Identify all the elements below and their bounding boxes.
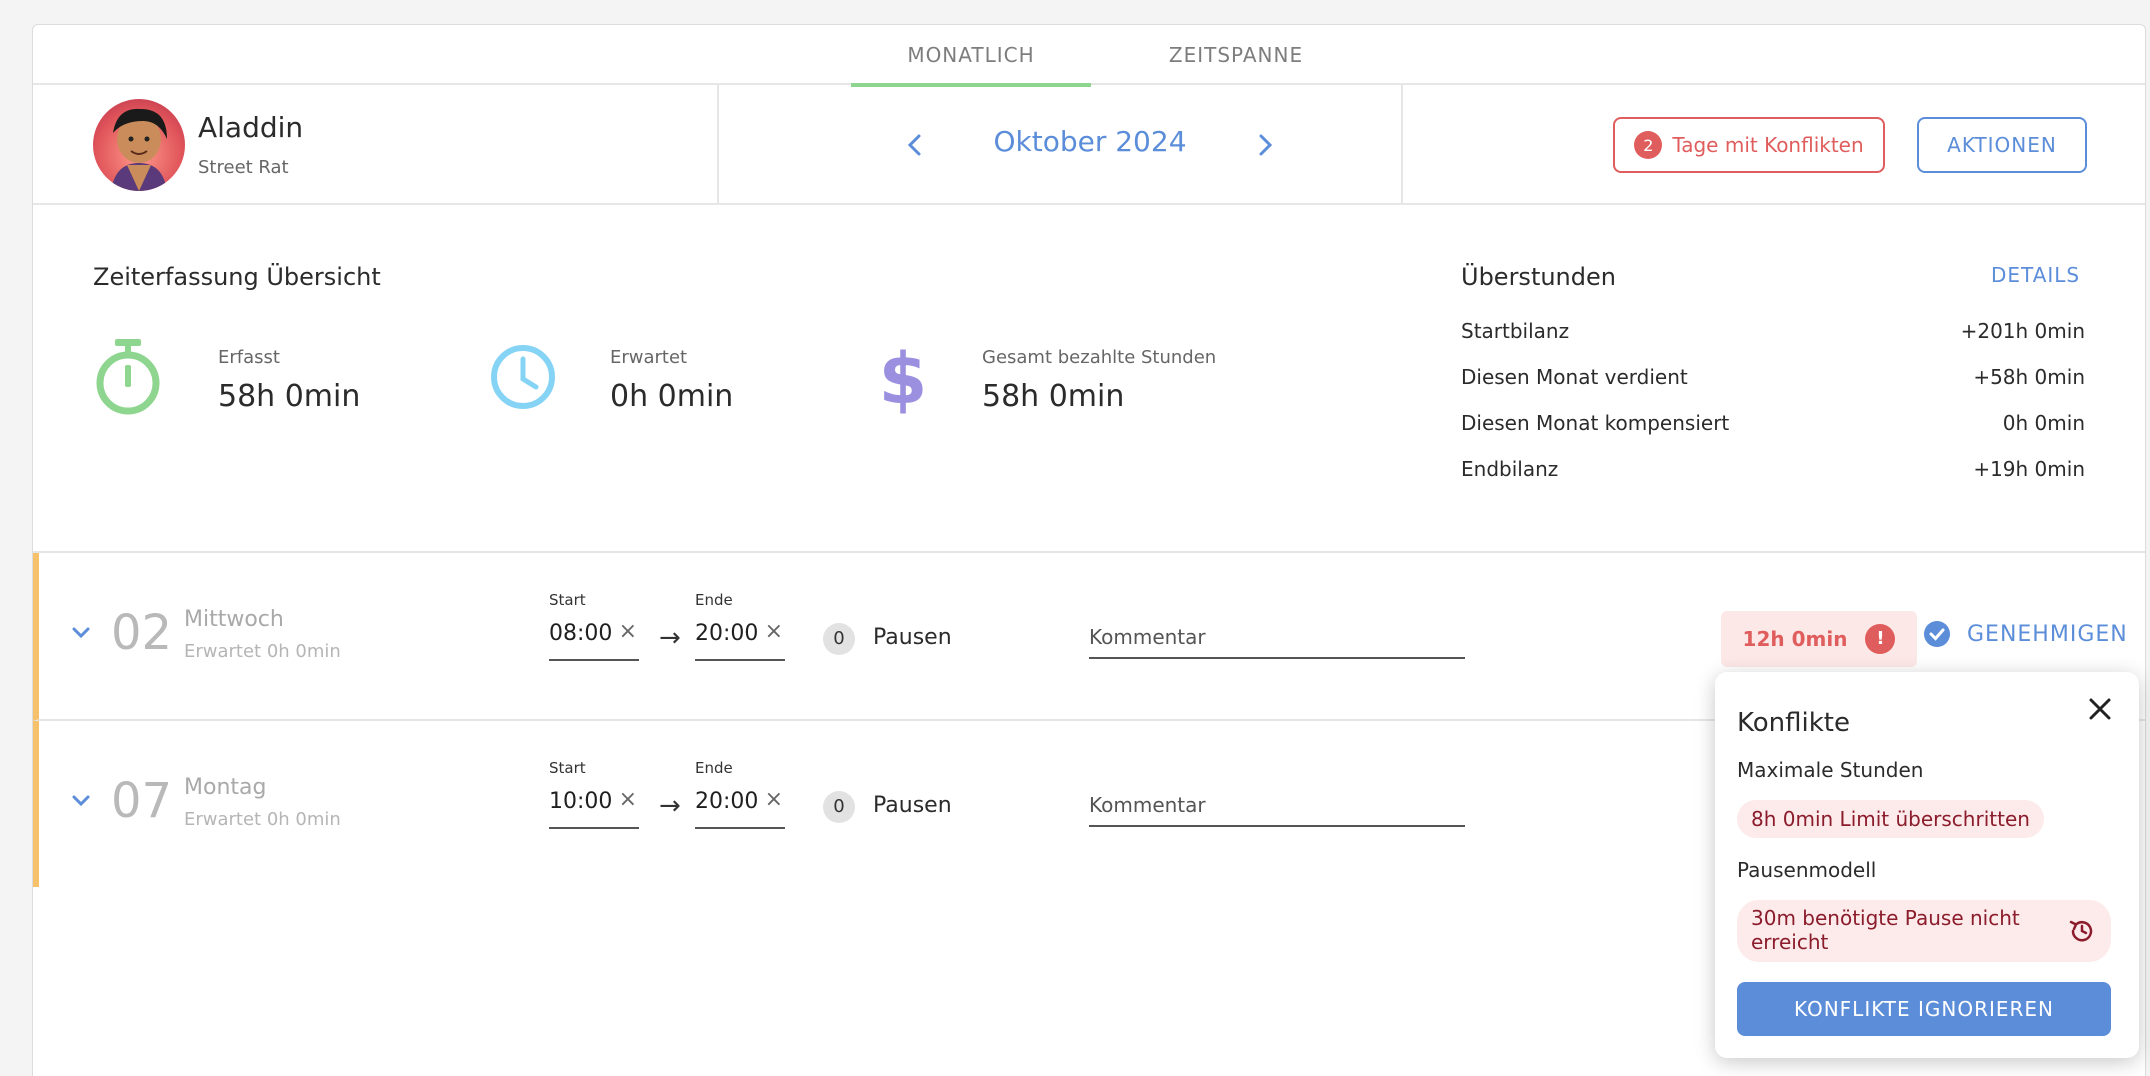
section-label: Maximale Stunden: [1737, 758, 1924, 782]
popup-title: Konflikte: [1737, 708, 1850, 738]
comment-input[interactable]: [1089, 617, 1465, 659]
arrow-right-icon: →: [659, 791, 681, 821]
day-expected: Erwartet 0h 0min: [184, 641, 341, 662]
day-number: 07: [111, 773, 173, 829]
approve-label: GENEHMIGEN: [1967, 621, 2128, 647]
hours-conflict-chip[interactable]: 12h 0min !: [1721, 611, 1917, 667]
start-time-value: 08:00: [549, 621, 613, 646]
conflict-chip-text: 30m benötigte Pause nicht erreicht: [1751, 906, 2020, 954]
stat-value: 58h 0min: [218, 379, 361, 414]
avatar: [93, 99, 185, 191]
clear-icon[interactable]: ×: [619, 787, 637, 812]
clear-icon[interactable]: ×: [765, 787, 783, 812]
stat-value: 0h 0min: [610, 379, 734, 414]
stopwatch-icon: [93, 337, 163, 417]
conflict-days-label: Tage mit Konflikten: [1672, 133, 1864, 157]
conflict-chip: 8h 0min Limit überschritten: [1737, 800, 2044, 838]
tab-monatlich[interactable]: MONATLICH: [851, 25, 1091, 87]
tab-bar: MONATLICH ZEITSPANNE: [33, 25, 2145, 87]
overtime-value: +201h 0min: [1960, 319, 2085, 343]
comment-input[interactable]: [1089, 785, 1465, 827]
clear-icon[interactable]: ×: [765, 619, 783, 644]
overview-section: Zeiterfassung Übersicht Erfasst 58h 0min: [33, 207, 2145, 553]
overtime-value: +19h 0min: [1973, 457, 2085, 481]
end-time-field[interactable]: Ende 20:00 ×: [695, 591, 785, 661]
start-label: Start: [549, 759, 586, 777]
expand-button[interactable]: [69, 789, 93, 813]
clear-icon[interactable]: ×: [619, 619, 637, 644]
stat-value: 58h 0min: [982, 379, 1125, 414]
chevron-down-icon: [72, 795, 90, 807]
expand-button[interactable]: [69, 621, 93, 645]
overtime-label: Endbilanz: [1461, 457, 1559, 481]
section-label: Pausenmodell: [1737, 858, 1877, 882]
conflict-days-button[interactable]: 2 Tage mit Konflikten: [1613, 117, 1885, 173]
start-time-field[interactable]: Start 10:00 ×: [549, 759, 639, 829]
svg-text:$: $: [879, 338, 928, 417]
overtime-value: 0h 0min: [2002, 411, 2085, 435]
chevron-down-icon: [72, 627, 90, 639]
month-navigator: Oktober 2024: [749, 85, 1431, 205]
overview-title: Zeiterfassung Übersicht: [93, 263, 381, 291]
approve-button[interactable]: GENEHMIGEN: [1923, 619, 2128, 649]
start-label: Start: [549, 591, 586, 609]
end-time-value: 20:00: [695, 621, 759, 646]
history-icon[interactable]: [2067, 916, 2097, 946]
close-icon: [2089, 698, 2111, 720]
overtime-label: Diesen Monat kompensiert: [1461, 411, 1730, 435]
tab-zeitspanne[interactable]: ZEITSPANNE: [1113, 25, 1359, 85]
conflict-count-badge: 2: [1634, 131, 1663, 159]
actions-button[interactable]: AKTIONEN: [1917, 117, 2087, 173]
day-expected: Erwartet 0h 0min: [184, 809, 341, 830]
stat-label: Erfasst: [218, 347, 280, 368]
pause-count-badge: 0: [823, 623, 855, 655]
pause-count-badge: 0: [823, 791, 855, 823]
overtime-label: Startbilanz: [1461, 319, 1570, 343]
arrow-right-icon: →: [659, 623, 681, 653]
warning-icon: !: [1865, 624, 1896, 654]
start-time-value: 10:00: [549, 789, 613, 814]
details-link[interactable]: DETAILS: [1991, 263, 2080, 287]
stat-label: Gesamt bezahlte Stunden: [982, 347, 1217, 368]
month-label: Oktober 2024: [993, 125, 1187, 158]
close-button[interactable]: [2083, 692, 2117, 726]
divider: [717, 85, 719, 205]
overtime-label: Diesen Monat verdient: [1461, 365, 1688, 389]
stat-label: Erwartet: [610, 347, 688, 368]
conflicts-popup: Konflikte Maximale Stunden 8h 0min Limit…: [1715, 672, 2139, 1058]
end-time-value: 20:00: [695, 789, 759, 814]
end-time-field[interactable]: Ende 20:00 ×: [695, 759, 785, 829]
end-label: Ende: [695, 759, 733, 777]
next-month-button[interactable]: [1245, 125, 1285, 165]
pause-label: Pausen: [873, 793, 952, 818]
hours-value: 12h 0min: [1742, 627, 1848, 651]
dollar-icon: $: [868, 337, 938, 420]
pause-label: Pausen: [873, 625, 952, 650]
header-row: Aladdin Street Rat Oktober 2024 2 Tage m…: [33, 85, 2145, 205]
day-number: 02: [111, 605, 173, 661]
overtime-title: Überstunden: [1461, 263, 1616, 291]
divider: [1401, 85, 1403, 205]
end-label: Ende: [695, 591, 733, 609]
overtime-value: +58h 0min: [1973, 365, 2085, 389]
day-name: Montag: [184, 775, 267, 800]
chevron-right-icon: [1259, 134, 1273, 156]
user-name: Aladdin: [198, 111, 304, 144]
conflict-chip: 30m benötigte Pause nicht erreicht: [1737, 900, 2111, 962]
ignore-conflicts-button[interactable]: KONFLIKTE IGNORIEREN: [1737, 982, 2111, 1036]
clock-icon: [488, 337, 558, 417]
day-name: Mittwoch: [184, 607, 284, 632]
start-time-field[interactable]: Start 08:00 ×: [549, 591, 639, 661]
check-circle-icon: [1924, 621, 1950, 647]
user-subtitle: Street Rat: [198, 157, 289, 178]
